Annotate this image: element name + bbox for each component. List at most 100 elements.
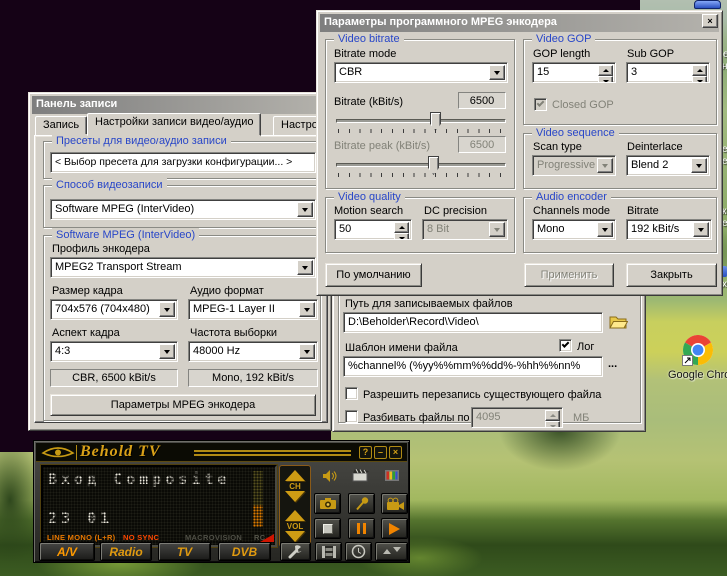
- minimize-icon[interactable]: –: [374, 446, 387, 459]
- aspect-combobox[interactable]: 4:3: [50, 341, 178, 362]
- sample-rate-label: Частота выборки: [190, 327, 277, 339]
- clapperboard-icon[interactable]: [352, 468, 370, 483]
- gop-length-spinner[interactable]: 15: [532, 62, 616, 83]
- audio-encoder-group-title: Audio encoder: [532, 190, 611, 204]
- mode-av-button[interactable]: A/V: [39, 542, 95, 561]
- settings-button[interactable]: [280, 542, 311, 561]
- close-icon[interactable]: ×: [389, 446, 402, 459]
- chrome-icon-label[interactable]: Google Chrome: [668, 369, 727, 381]
- tv-colors-icon[interactable]: [384, 469, 400, 482]
- bitrate-peak-slider-ticks: [338, 173, 506, 177]
- audio-bitrate-label: Bitrate: [627, 205, 659, 217]
- split-files-checkbox[interactable]: [345, 410, 358, 423]
- video-quality-group: Video quality Motion search DC precision…: [325, 197, 515, 253]
- video-record-button[interactable]: [381, 493, 408, 514]
- volume-down-button[interactable]: [285, 531, 305, 542]
- dropdown-arrow-icon[interactable]: [159, 344, 175, 359]
- spinner-buttons[interactable]: [692, 65, 707, 80]
- channels-mode-label: Channels mode: [533, 205, 610, 217]
- channel-down-button[interactable]: [285, 491, 305, 502]
- channel-up-button[interactable]: [285, 470, 305, 481]
- pause-button[interactable]: [348, 518, 375, 539]
- video-sequence-group: Video sequence Scan type Deinterlace Pro…: [523, 133, 717, 189]
- defaults-button[interactable]: По умолчанию: [325, 263, 422, 287]
- mpeg-encoder-dialog: Параметры программного MPEG энкодера × V…: [316, 10, 723, 296]
- dropdown-arrow-icon[interactable]: [693, 222, 709, 237]
- frame-size-combobox[interactable]: 704x576 (704x480): [50, 299, 178, 320]
- background-window-fragment: [694, 0, 721, 9]
- camera-icon: [319, 497, 337, 510]
- record-path-input[interactable]: D:\Beholder\Record\Video\: [343, 312, 603, 333]
- deinterlace-combobox[interactable]: Blend 2: [626, 155, 710, 176]
- camcorder-icon: [385, 497, 405, 511]
- mode-tv-button[interactable]: TV: [158, 542, 211, 561]
- gop-length-label: GOP length: [533, 48, 590, 60]
- play-button[interactable]: [381, 518, 408, 539]
- dropdown-arrow-icon: [597, 158, 613, 173]
- close-button[interactable]: Закрыть: [626, 263, 717, 287]
- frame-size-label: Размер кадра: [52, 285, 123, 297]
- audio-format-combobox[interactable]: MPEG-1 Layer II: [188, 299, 318, 320]
- tab-record[interactable]: Запись: [35, 116, 87, 136]
- behold-tv-window: Behold TV ? – × Вход Composite 23 01 LIN…: [33, 440, 410, 563]
- snapshot-button[interactable]: [314, 493, 341, 514]
- audio-record-button[interactable]: [348, 493, 375, 514]
- stop-button[interactable]: [314, 518, 341, 539]
- record-panel-titlebar[interactable]: Панель записи: [32, 96, 328, 114]
- sub-gop-spinner[interactable]: 3: [626, 62, 710, 83]
- audio-bitrate-combobox[interactable]: 192 kBit/s: [626, 219, 712, 240]
- volume-up-button[interactable]: [285, 510, 305, 521]
- dropdown-arrow-icon[interactable]: [159, 302, 175, 317]
- dropdown-arrow-icon[interactable]: [597, 222, 613, 237]
- overwrite-checkbox[interactable]: [345, 387, 358, 400]
- dc-precision-combobox: 8 Bit: [422, 219, 508, 240]
- browse-folder-icon[interactable]: [609, 314, 628, 330]
- filename-template-input[interactable]: %channel% (%yy%%mm%%dd%-%hh%%nn%: [343, 356, 603, 377]
- log-checkbox[interactable]: [559, 339, 572, 352]
- close-icon[interactable]: ×: [702, 14, 718, 28]
- compact-mode-button[interactable]: [375, 542, 408, 561]
- dropdown-arrow-icon[interactable]: [299, 344, 315, 359]
- bitrate-peak-slider-track: [336, 163, 506, 167]
- mode-dvb-button[interactable]: DVB: [218, 542, 271, 561]
- mpeg-dialog-titlebar[interactable]: Параметры программного MPEG энкодера: [320, 14, 719, 32]
- apply-button: Применить: [524, 263, 614, 287]
- behold-tv-titlebar[interactable]: Behold TV ? – ×: [36, 443, 407, 462]
- deinterlace-label: Deinterlace: [627, 141, 683, 153]
- spinner-buttons[interactable]: [394, 222, 409, 237]
- bitrate-mode-combobox[interactable]: CBR: [334, 62, 508, 83]
- record-method-combobox[interactable]: Software MPEG (InterVideo): [50, 199, 316, 220]
- split-files-checkbox-label: Разбивать файлы по: [363, 412, 470, 424]
- presets-group: Пресеты для видео/аудио записи < Выбор п…: [43, 141, 321, 179]
- status-macrovision: MACROVISION: [185, 533, 242, 542]
- dropdown-arrow-icon[interactable]: [489, 65, 505, 80]
- spinner-buttons[interactable]: [598, 65, 613, 80]
- encoder-profile-combobox[interactable]: MPEG2 Transport Stream: [50, 257, 316, 278]
- sample-rate-combobox[interactable]: 48000 Hz: [188, 341, 318, 362]
- sub-gop-label: Sub GOP: [627, 48, 674, 60]
- chrome-desktop-icon[interactable]: [682, 334, 727, 390]
- split-size-spinner[interactable]: 4095: [471, 407, 563, 428]
- preset-combobox[interactable]: < Выбор пресета для загрузки конфигураци…: [50, 152, 316, 173]
- spinner-buttons[interactable]: [545, 410, 560, 425]
- dropdown-arrow-icon[interactable]: [297, 202, 313, 217]
- clock-icon: [351, 544, 366, 559]
- dropdown-arrow-icon[interactable]: [299, 302, 315, 317]
- checkmark-icon: [562, 340, 570, 348]
- dropdown-arrow-icon[interactable]: [297, 260, 313, 275]
- dropdown-arrow-icon[interactable]: [691, 158, 707, 173]
- status-audio-mode: LINE MONO (L+R): [47, 533, 115, 542]
- speaker-icon[interactable]: [322, 469, 338, 483]
- tab-content-panel: Пресеты для видео/аудио записи < Выбор п…: [34, 135, 328, 423]
- motion-search-spinner[interactable]: 50: [334, 219, 412, 240]
- browse-more-button[interactable]: ...: [608, 358, 617, 370]
- scheduler-button[interactable]: [345, 542, 372, 561]
- tab-record-settings[interactable]: Настройки записи видео/аудио: [87, 113, 261, 136]
- bitrate-slider-track[interactable]: [336, 119, 506, 123]
- mpeg-params-button[interactable]: Параметры MPEG энкодера: [50, 394, 316, 416]
- mode-radio-button[interactable]: Radio: [100, 542, 152, 561]
- channels-mode-combobox[interactable]: Mono: [532, 219, 616, 240]
- help-icon[interactable]: ?: [359, 446, 372, 459]
- video-files-button[interactable]: [315, 542, 342, 561]
- split-unit-label: МБ: [573, 412, 589, 424]
